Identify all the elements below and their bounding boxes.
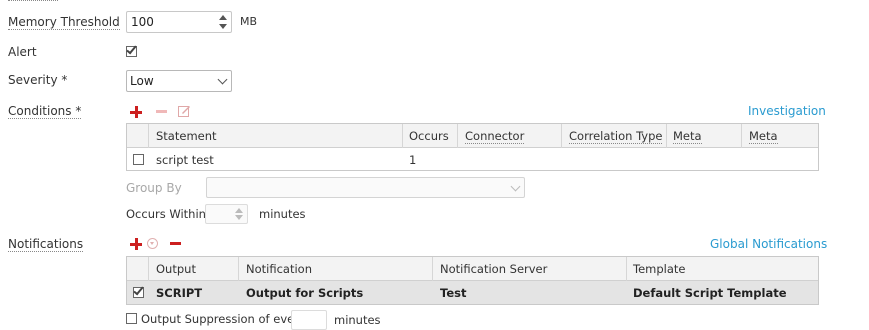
col-output[interactable]: Output: [156, 262, 196, 276]
col-meta-2[interactable]: Meta: [749, 129, 778, 144]
remove-condition-icon[interactable]: [156, 110, 167, 113]
checkmark-icon: [133, 284, 144, 296]
memory-threshold-input[interactable]: 100: [126, 11, 232, 33]
col-template[interactable]: Template: [633, 262, 685, 276]
notification-server: Test: [440, 286, 467, 300]
severity-label: Severity *: [8, 73, 68, 87]
col-connector-text: Connector: [465, 129, 525, 144]
col-correlation-type-text: Correlation Type: [569, 129, 663, 144]
notifications-label: Notifications: [8, 237, 84, 252]
output-suppression-unit: minutes: [334, 313, 381, 327]
severity-select[interactable]: Low: [126, 70, 232, 92]
output-suppression-input[interactable]: [291, 310, 327, 330]
col-statement[interactable]: Statement: [156, 129, 217, 143]
col-notification[interactable]: Notification: [246, 262, 312, 276]
condition-statement[interactable]: script test: [156, 153, 214, 167]
add-notification-icon[interactable]: [130, 238, 142, 250]
notification-template: Default Script Template: [633, 286, 787, 300]
occurs-within-input[interactable]: [205, 204, 248, 224]
spinner-icon[interactable]: [235, 206, 245, 222]
investigation-link[interactable]: Investigation: [748, 104, 826, 118]
output-suppression-checkbox[interactable]: [126, 313, 137, 324]
global-notifications-link[interactable]: Global Notifications: [710, 237, 827, 251]
col-occurs[interactable]: Occurs: [409, 129, 449, 143]
conditions-table-header: Statement Occurs Connector Correlation T…: [127, 124, 818, 148]
conditions-table: Statement Occurs Connector Correlation T…: [126, 123, 819, 171]
memory-threshold-label: Memory Threshold: [8, 15, 120, 30]
checkmark-icon: [126, 43, 137, 55]
memory-threshold-unit: MB: [240, 15, 258, 28]
conditions-label: Conditions *: [8, 104, 82, 119]
dropdown-circle-icon[interactable]: [147, 238, 158, 249]
occurs-within-label: Occurs Within: [126, 207, 206, 221]
output-suppression-label: Output Suppression of every: [141, 312, 306, 326]
condition-occurs[interactable]: 1: [409, 153, 416, 167]
group-by-label: Group By: [126, 181, 182, 195]
remove-notification-icon[interactable]: [170, 242, 181, 245]
group-by-select[interactable]: [206, 177, 525, 198]
col-correlation-type[interactable]: Correlation Type: [569, 129, 663, 144]
col-connector[interactable]: Connector: [465, 129, 525, 144]
add-condition-icon[interactable]: [130, 106, 142, 118]
alert-label: Alert: [8, 45, 37, 59]
notification-row-checkbox[interactable]: [133, 284, 144, 298]
severity-value: Low: [130, 74, 154, 88]
col-meta-2-text: Meta: [749, 129, 778, 144]
notifications-table: Output Notification Notification Server …: [126, 256, 819, 305]
chevron-down-icon: [217, 74, 228, 85]
col-meta-1-text: Meta: [673, 129, 702, 144]
condition-row-checkbox[interactable]: [133, 154, 144, 165]
memory-threshold-value: 100: [131, 15, 154, 29]
spinner-icon[interactable]: [219, 13, 229, 31]
col-meta-1[interactable]: Meta: [673, 129, 702, 144]
notifications-table-header: Output Notification Notification Server …: [127, 257, 818, 281]
section-divider: [8, 0, 58, 1]
occurs-within-unit: minutes: [259, 207, 306, 221]
chevron-down-icon: [510, 181, 521, 192]
notification-name: Output for Scripts: [246, 286, 364, 300]
notification-output: SCRIPT: [156, 286, 203, 300]
col-notification-server[interactable]: Notification Server: [440, 262, 547, 276]
alert-checkbox[interactable]: [126, 43, 137, 57]
edit-icon[interactable]: [178, 104, 191, 117]
